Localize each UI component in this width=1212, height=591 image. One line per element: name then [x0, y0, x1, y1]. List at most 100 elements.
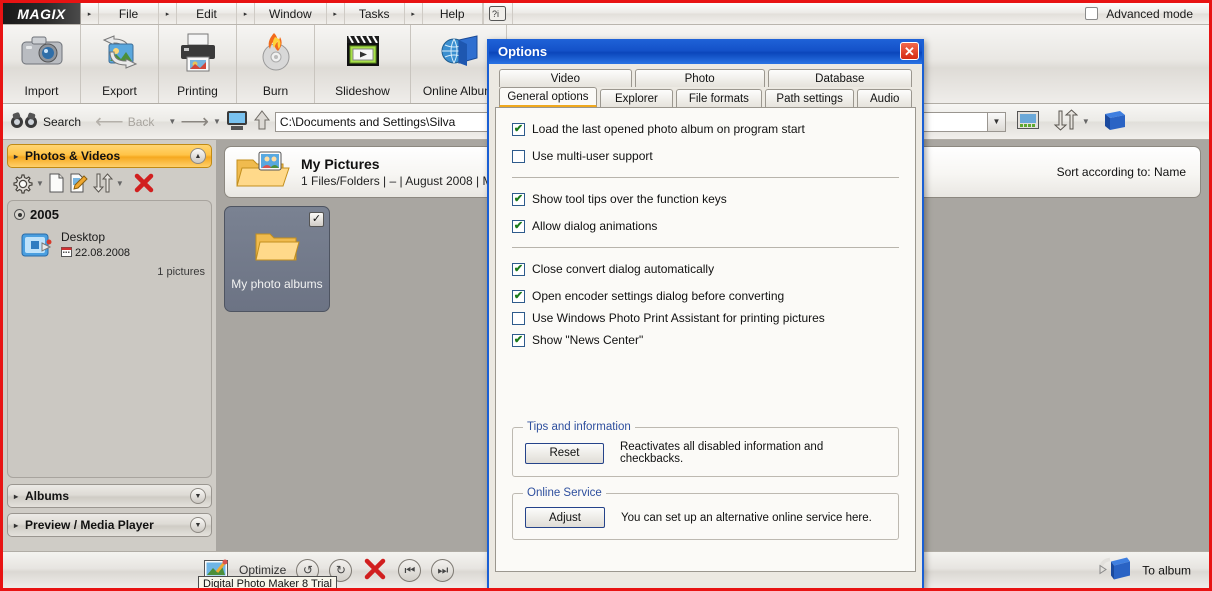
question-info-icon[interactable]: ?i: [482, 3, 513, 24]
menu-expander-icon-3[interactable]: ▸: [327, 3, 345, 24]
folder-icon: [254, 228, 300, 269]
filter-dropdown-icon[interactable]: ▼: [987, 111, 1006, 132]
folder-tile[interactable]: ✓ My photo albums: [224, 206, 330, 312]
menu-expander-icon-4[interactable]: ▸: [405, 3, 423, 24]
menu-expander-icon-0[interactable]: ▸: [81, 3, 99, 24]
optimize-label[interactable]: Optimize: [239, 563, 286, 577]
forward-dropdown-icon[interactable]: ▼: [213, 117, 221, 126]
adjust-button[interactable]: Adjust: [525, 507, 605, 528]
reset-button[interactable]: Reset: [525, 442, 604, 464]
sidebar-panel-albums[interactable]: ▸ Albums ▼: [7, 484, 212, 508]
close-icon[interactable]: ✕: [900, 42, 919, 60]
tree-year-node[interactable]: 2005: [14, 207, 205, 222]
toolbar-button-import[interactable]: Import: [3, 25, 81, 103]
sort-updown-icon[interactable]: [91, 172, 113, 194]
dialog-tabs-row-2: General options Explorer File formats Pa…: [495, 87, 916, 107]
breadcrumb-subtitle: 1 Files/Folders | – | August 2008 | M: [301, 174, 493, 188]
tree-item-desktop[interactable]: Desktop 22.08.2008 1 pictures: [14, 230, 205, 279]
toolbar-button-slideshow[interactable]: Slideshow: [315, 25, 411, 103]
back-label[interactable]: Back: [128, 115, 155, 129]
tab-audio[interactable]: Audio: [857, 89, 913, 107]
menu-item-window[interactable]: Window: [255, 3, 327, 24]
arrow-right-icon[interactable]: ⟶: [180, 109, 209, 134]
view-mode-icon[interactable]: [1016, 109, 1040, 134]
delete-x-icon[interactable]: [133, 172, 155, 194]
option-row-multi-user[interactable]: Use multi-user support: [512, 149, 899, 163]
sidebar-panel-label-preview: Preview / Media Player: [25, 518, 154, 532]
sort-label[interactable]: Sort according to: Name: [1057, 165, 1186, 179]
search-label[interactable]: Search: [43, 115, 81, 129]
option-row-photo-print-assistant[interactable]: Use Windows Photo Print Assistant for pr…: [512, 311, 899, 325]
edit-file-icon[interactable]: [68, 172, 88, 194]
checkbox-tooltips[interactable]: ✔: [512, 192, 525, 206]
menu-item-edit[interactable]: Edit: [177, 3, 237, 24]
option-row-load-last-album[interactable]: ✔ Load the last opened photo album on pr…: [512, 122, 899, 136]
gear-icon[interactable]: [11, 172, 33, 194]
option-row-dialog-animations[interactable]: ✔ Allow dialog animations: [512, 219, 899, 233]
checkbox-news-center[interactable]: ✔: [512, 333, 525, 347]
toolbar-button-export[interactable]: Export: [81, 25, 159, 103]
menu-item-help[interactable]: Help: [423, 3, 483, 24]
arrow-up-icon[interactable]: [253, 109, 271, 134]
camera-icon: [18, 30, 66, 76]
checkbox-load-last-album[interactable]: ✔: [512, 122, 525, 136]
computer-icon[interactable]: [225, 109, 249, 134]
new-file-icon[interactable]: [47, 172, 65, 194]
option-row-close-convert[interactable]: ✔ Close convert dialog automatically: [512, 262, 899, 276]
application-window: MAGIX ▸ File ▸ Edit ▸ Window ▸ Tasks ▸ H…: [0, 0, 1212, 591]
dialog-title-bar[interactable]: Options ✕: [489, 39, 922, 64]
menu-label-help: Help: [439, 6, 465, 21]
toolbar-button-printing[interactable]: Printing: [159, 25, 237, 103]
menu-item-file[interactable]: File: [99, 3, 159, 24]
tab-database[interactable]: Database: [767, 69, 912, 87]
menu-expander-icon-2[interactable]: ▸: [237, 3, 255, 24]
menu-item-tasks[interactable]: Tasks: [345, 3, 405, 24]
option-row-tooltips[interactable]: ✔ Show tool tips over the function keys: [512, 192, 899, 206]
checkbox-dialog-animations[interactable]: ✔: [512, 219, 525, 233]
chevron-down-icon[interactable]: ▼: [190, 517, 206, 533]
blue-book-icon[interactable]: [1102, 109, 1128, 134]
tab-explorer[interactable]: Explorer: [599, 89, 673, 107]
advanced-mode-toggle[interactable]: Advanced mode: [1085, 3, 1209, 24]
to-album-label: To album: [1142, 563, 1191, 577]
sort-dropdown-icon[interactable]: ▼: [116, 179, 124, 188]
tile-checkbox[interactable]: ✓: [309, 212, 324, 227]
to-album-book-icon: [1098, 556, 1132, 585]
sort-dropdown-icon[interactable]: ▼: [1082, 117, 1090, 126]
sidebar-panel-photos-videos[interactable]: ▸ Photos & Videos ▲: [7, 144, 212, 168]
tab-general-options[interactable]: General options: [499, 87, 597, 107]
arrow-left-icon[interactable]: ⟵: [95, 109, 124, 134]
checkbox-close-convert[interactable]: ✔: [512, 262, 525, 276]
group-legend-tips: Tips and information: [523, 421, 635, 433]
chevron-down-icon[interactable]: ▼: [190, 488, 206, 504]
chevron-up-icon[interactable]: ▲: [190, 148, 206, 164]
binoculars-icon[interactable]: [9, 110, 39, 133]
option-row-news-center[interactable]: ✔ Show "News Center": [512, 333, 899, 347]
delete-x-icon[interactable]: [362, 557, 388, 584]
gear-dropdown-icon[interactable]: ▼: [36, 179, 44, 188]
sidebar-panel-preview-media-player[interactable]: ▸ Preview / Media Player ▼: [7, 513, 212, 537]
next-icon[interactable]: ⏭: [431, 558, 455, 582]
toolbar-button-burn[interactable]: Burn: [237, 25, 315, 103]
prev-icon[interactable]: ⏮: [398, 558, 422, 582]
chevron-right-icon: ▸: [14, 151, 19, 161]
to-album-button[interactable]: To album: [1098, 556, 1191, 585]
tab-photo[interactable]: Photo: [634, 69, 765, 87]
checkbox-open-encoder[interactable]: ✔: [512, 289, 525, 303]
menu-label-tasks: Tasks: [358, 6, 390, 21]
tab-path-settings[interactable]: Path settings: [764, 89, 855, 107]
menu-expander-icon-1[interactable]: ▸: [159, 3, 177, 24]
option-row-open-encoder[interactable]: ✔ Open encoder settings dialog before co…: [512, 289, 899, 303]
group-legend-online-service: Online Service: [523, 487, 606, 499]
tab-file-formats[interactable]: File formats: [675, 89, 762, 107]
sort-updown-icon[interactable]: [1052, 109, 1079, 134]
checkbox-multi-user[interactable]: [512, 149, 525, 163]
back-dropdown-icon[interactable]: ▼: [168, 117, 176, 126]
expand-dot-icon[interactable]: [14, 209, 25, 220]
option-label-load-last-album: Load the last opened photo album on prog…: [532, 122, 805, 136]
advanced-mode-checkbox[interactable]: [1085, 7, 1099, 20]
checkbox-photo-print-assistant[interactable]: [512, 311, 525, 325]
media-tree[interactable]: 2005 Desktop 22.08.2008 1 pictures: [7, 200, 212, 478]
tab-video[interactable]: Video: [499, 69, 632, 87]
dialog-tabs-row-1: Video Photo Database: [495, 69, 916, 87]
